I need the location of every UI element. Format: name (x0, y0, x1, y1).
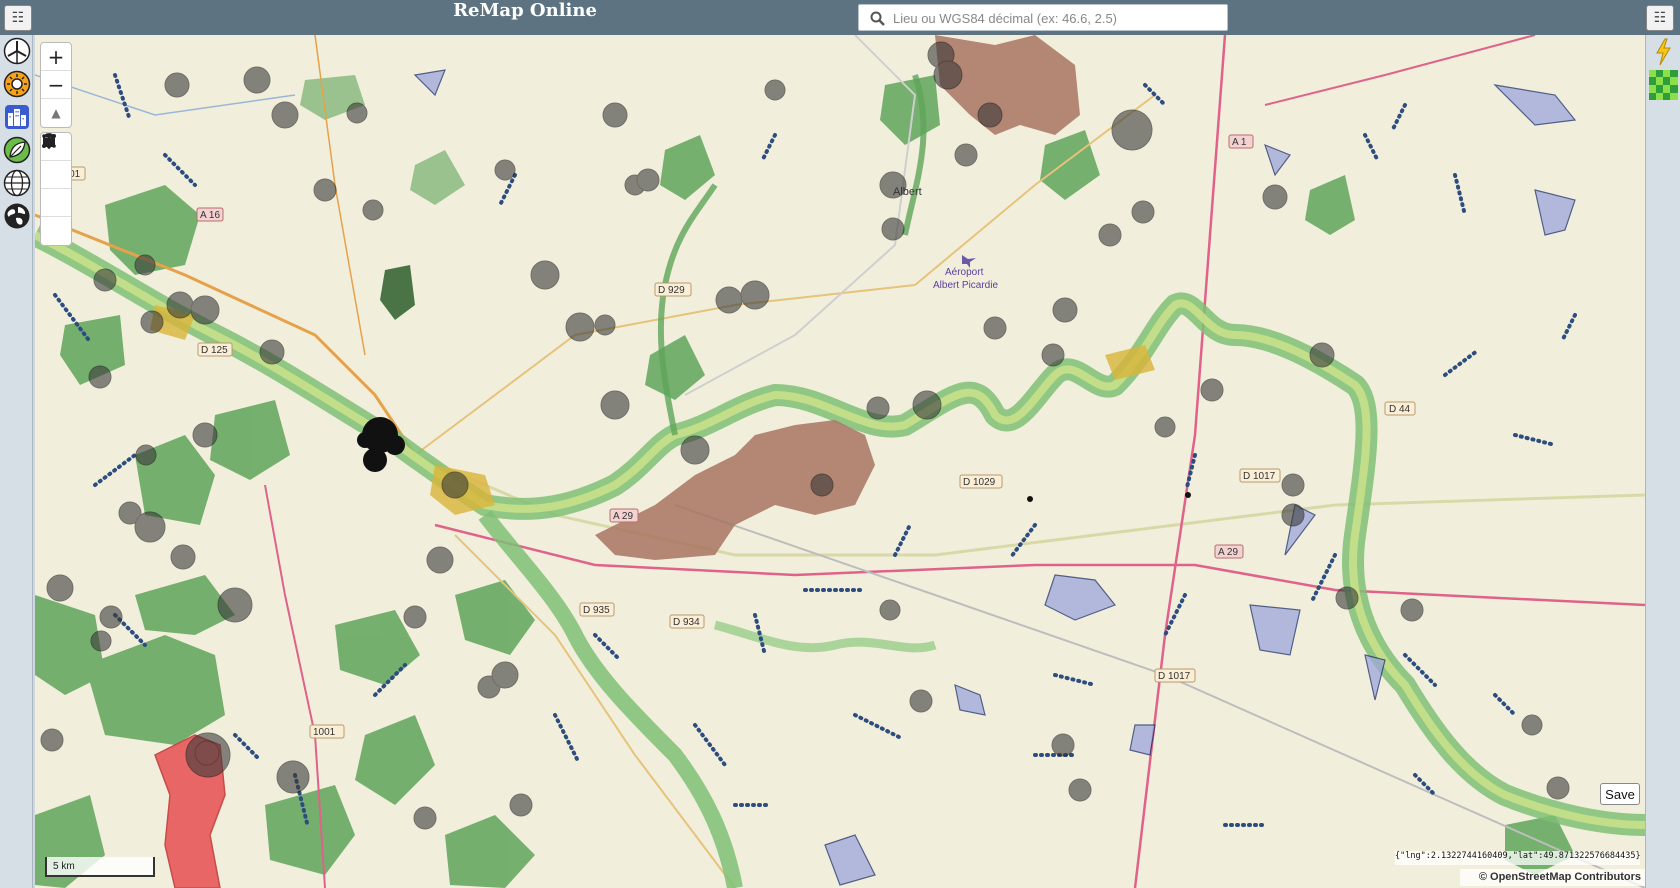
map-layer: Albert Aéroport Albert Picardie A 16 A 1… (35, 35, 1645, 888)
svg-text:D 1029: D 1029 (963, 477, 996, 488)
svg-text:A 29: A 29 (613, 511, 633, 522)
svg-text:D 935: D 935 (583, 605, 610, 616)
city-label: Albert (893, 186, 922, 198)
leaf-icon[interactable] (2, 135, 31, 164)
svg-text:D 929: D 929 (658, 285, 685, 296)
svg-text:D 44: D 44 (1389, 404, 1411, 415)
app-title: ReMap Online (453, 0, 597, 21)
marker-button[interactable] (41, 133, 71, 217)
svg-text:D 934: D 934 (673, 617, 700, 628)
save-button[interactable]: Save (1600, 783, 1640, 805)
map-attribution[interactable]: © OpenStreetMap Contributors (1460, 869, 1645, 886)
zoom-out-button[interactable]: − (41, 71, 71, 99)
right-layer-rail (1645, 35, 1680, 888)
zoom-in-button[interactable]: + (41, 43, 71, 71)
rectangle-button[interactable] (41, 134, 71, 189)
lightning-icon[interactable] (1649, 37, 1678, 67)
svg-text:1001: 1001 (313, 727, 336, 738)
draw-toolbar (40, 132, 72, 246)
top-bar: ☷ ReMap Online ☷ (0, 0, 1680, 35)
delete-button[interactable] (41, 134, 71, 245)
airport-label-1: Aéroport (945, 267, 984, 278)
search-input[interactable] (893, 8, 1223, 28)
svg-text:A 29: A 29 (1218, 547, 1238, 558)
reset-north-button[interactable]: ▲ (41, 99, 71, 127)
list-icon: ☷ (1653, 10, 1667, 26)
left-layer-rail (0, 35, 33, 888)
wind-turbine-icon[interactable] (2, 36, 31, 65)
earth-icon[interactable] (2, 201, 31, 230)
sun-icon[interactable] (2, 69, 31, 98)
map-canvas[interactable]: Albert Aéroport Albert Picardie A 16 A 1… (35, 35, 1645, 888)
scale-bar: 5 km (45, 857, 155, 877)
search-box[interactable] (858, 4, 1228, 31)
zoom-control: + − ▲ (40, 42, 72, 128)
search-icon (870, 11, 885, 26)
left-menu-button[interactable]: ☷ (4, 5, 32, 31)
svg-text:A 1: A 1 (1232, 137, 1247, 148)
svg-text:D 125: D 125 (201, 345, 228, 356)
globe-grid-icon[interactable] (2, 168, 31, 197)
svg-text:D 1017: D 1017 (1243, 471, 1276, 482)
list-icon: ☷ (11, 10, 25, 26)
buildings-icon[interactable] (2, 102, 31, 131)
airport-label-2: Albert Picardie (933, 280, 998, 291)
checker-icon[interactable] (1649, 70, 1678, 100)
right-menu-button[interactable]: ☷ (1646, 5, 1674, 31)
coordinate-readout: {"lng":2.1322744160409,"lat":49.87132257… (1395, 851, 1640, 865)
svg-text:D 1017: D 1017 (1158, 671, 1191, 682)
trash-icon (44, 134, 54, 147)
svg-text:A 16: A 16 (200, 210, 220, 221)
